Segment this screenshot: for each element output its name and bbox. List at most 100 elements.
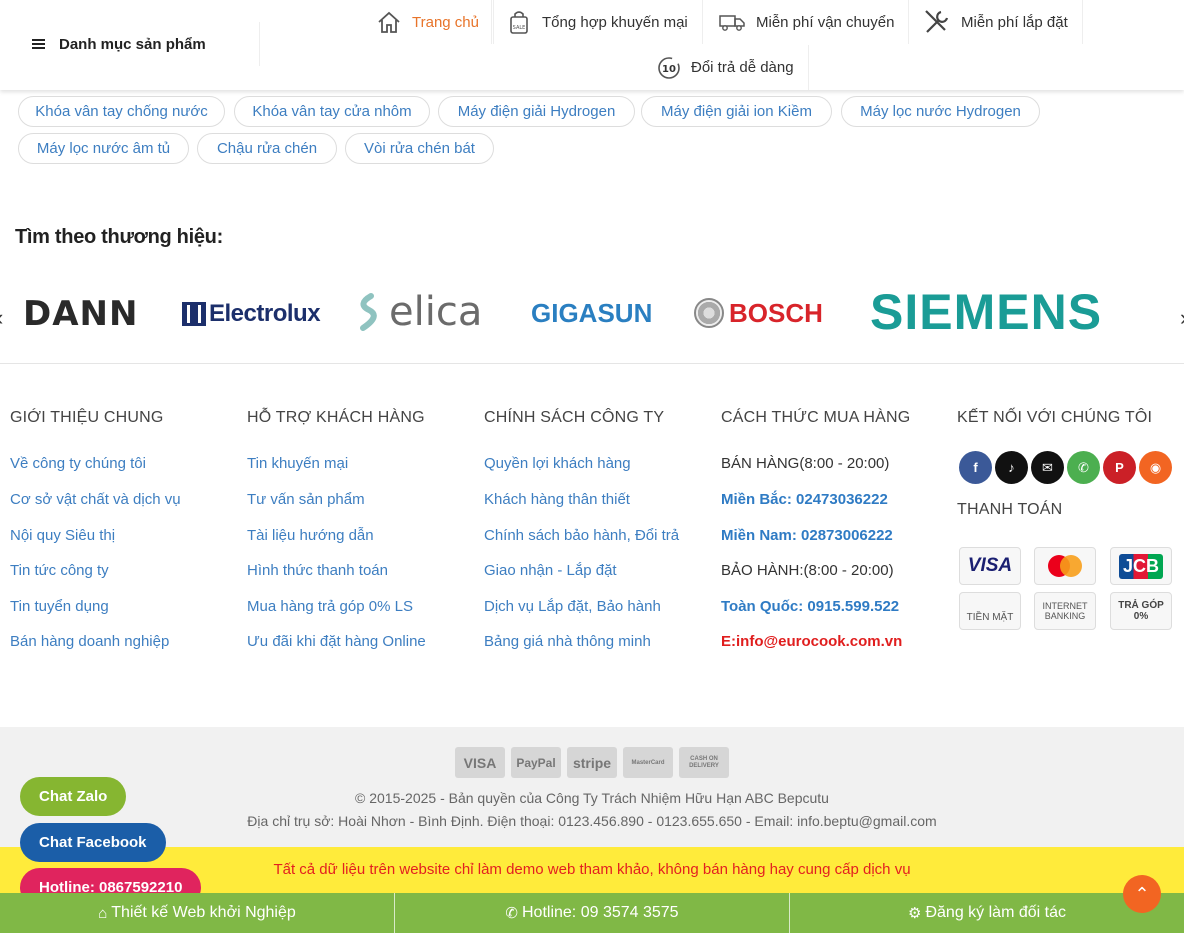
- social-phone[interactable]: ✆: [1067, 451, 1100, 484]
- back-to-top-button[interactable]: ⌃: [1123, 875, 1161, 913]
- bottom-card-cod: CASH ON DELIVERY: [679, 747, 729, 778]
- phone-icon: ✆: [505, 905, 518, 922]
- electrolux-mark-icon: [182, 302, 206, 326]
- brand-dann-logo: DANN: [23, 294, 139, 334]
- chat-facebook-button[interactable]: Chat Facebook: [20, 823, 166, 862]
- nav-easy-return[interactable]: 10 Đổi trả dễ dàng: [643, 45, 809, 90]
- cash-logo: TIỀN MẶT: [966, 611, 1014, 623]
- social-email[interactable]: ✉: [1031, 451, 1064, 484]
- footer-link-about[interactable]: Về công ty chúng tôi: [10, 455, 146, 472]
- phone-icon: ✆: [1078, 459, 1089, 475]
- footer-link-warranty-policy[interactable]: Chính sách bảo hành, Đổi trả: [484, 527, 679, 544]
- brand-gigasun-logo: GIGASUN: [531, 297, 653, 328]
- footer-col5-title: KẾT NỐI VỚI CHÚNG TÔI: [957, 409, 1153, 426]
- bar-hotline[interactable]: ✆ Hotline: 09 3574 3575: [395, 893, 790, 933]
- tag-hydrogen-electrolyzer[interactable]: Máy điện giải Hydrogen: [438, 96, 635, 127]
- svg-text:10: 10: [662, 64, 676, 75]
- brand-gigasun[interactable]: GIGASUN: [531, 298, 652, 328]
- footer-link-online-offers[interactable]: Ưu đãi khi đặt hàng Online: [247, 633, 426, 650]
- internet-banking-logo: INTERNET BANKING: [1042, 601, 1088, 621]
- brand-bosch[interactable]: BOSCH: [694, 297, 823, 329]
- social-pinterest[interactable]: P: [1103, 451, 1136, 484]
- section-divider: [0, 363, 1184, 364]
- bottom-card-stripe: stripe: [567, 747, 617, 778]
- social-tiktok[interactable]: ♪: [995, 451, 1028, 484]
- contact-email[interactable]: E:info@eurocook.com.vn: [721, 633, 902, 650]
- footer-link-smart-home-prices[interactable]: Bảng giá nhà thông minh: [484, 633, 651, 650]
- footer-link-promo-news[interactable]: Tin khuyến mại: [247, 455, 348, 472]
- category-menu-button[interactable]: Danh mục sản phẩm: [16, 22, 260, 66]
- footer-link-installment[interactable]: Mua hàng trả góp 0% LS: [247, 598, 413, 615]
- footer-link-install-service[interactable]: Dịch vụ Lắp đặt, Bảo hành: [484, 598, 661, 615]
- payment-visa: VISA: [959, 547, 1021, 585]
- nav-free-shipping[interactable]: Miễn phí vận chuyển: [704, 0, 910, 44]
- footer-link-news[interactable]: Tin tức công ty: [10, 562, 109, 579]
- footer-link-loyal-customers[interactable]: Khách hàng thân thiết: [484, 491, 630, 508]
- footer-link-payment-methods[interactable]: Hình thức thanh toán: [247, 562, 388, 579]
- pinterest-icon: P: [1115, 460, 1124, 475]
- social-facebook[interactable]: f: [959, 451, 992, 484]
- tools-icon: [925, 10, 949, 33]
- tag-hydrogen-water-filter[interactable]: Máy lọc nước Hydrogen: [841, 96, 1040, 127]
- gear-icon: ⚙: [908, 905, 922, 922]
- payment-internet-banking: INTERNET BANKING: [1034, 592, 1096, 630]
- installment-logo: TRẢ GÓP 0%: [1118, 600, 1164, 622]
- nav-free-installation-label: Miễn phí lắp đặt: [961, 13, 1068, 31]
- brand-dann[interactable]: DANN: [23, 294, 138, 334]
- bosch-mark-icon: [694, 298, 724, 328]
- phone-south[interactable]: Miền Nam: 02873006222: [721, 527, 893, 544]
- nav-free-installation[interactable]: Miễn phí lắp đặt: [909, 0, 1083, 44]
- footer-link-manuals[interactable]: Tài liệu hướng dẫn: [247, 527, 374, 544]
- footer-link-rules[interactable]: Nội quy Siêu thị: [10, 527, 115, 544]
- chat-zalo-button[interactable]: Chat Zalo: [20, 777, 127, 816]
- tag-kitchen-faucet[interactable]: Vòi rửa chén bát: [345, 133, 494, 164]
- site-header: Danh mục sản phẩm Trang chủ SALE Tổng hợ…: [0, 0, 1184, 90]
- brand-elica-logo: elica: [389, 289, 483, 335]
- tag-fingerprint-lock-waterproof[interactable]: Khóa vân tay chống nước: [18, 96, 225, 127]
- tag-kitchen-sink[interactable]: Chậu rửa chén: [197, 133, 337, 164]
- home-icon: ⌂: [98, 904, 108, 922]
- footer-col1-title: GIỚI THIỆU CHUNG: [10, 409, 164, 426]
- payment-jcb: JCB: [1110, 547, 1172, 585]
- brand-siemens[interactable]: SIEMENS: [870, 284, 1102, 340]
- address-text: Địa chỉ trụ sở: Hoài Nhơn - Bình Định. Đ…: [247, 813, 937, 829]
- copyright-text: © 2015-2025 - Bản quyền của Công Ty Trác…: [355, 790, 829, 806]
- footer-link-delivery[interactable]: Giao nhận - Lắp đặt: [484, 562, 617, 579]
- phone-national[interactable]: Toàn Quốc: 0915.599.522: [721, 598, 899, 615]
- rss-icon: ◉: [1149, 459, 1162, 475]
- footer-col2-title: HỖ TRỢ KHÁCH HÀNG: [247, 409, 425, 426]
- nav-home[interactable]: Trang chủ: [362, 0, 494, 44]
- sale-bag-icon: SALE: [510, 11, 528, 34]
- nav-home-label: Trang chủ: [412, 13, 479, 31]
- footer-link-jobs[interactable]: Tin tuyển dụng: [10, 598, 109, 615]
- tag-alkaline-ionizer[interactable]: Máy điện giải ion Kiềm: [641, 96, 832, 127]
- tiktok-icon: ♪: [1008, 460, 1015, 475]
- tag-undersink-filter[interactable]: Máy lọc nước âm tủ: [18, 133, 189, 164]
- payment-mastercard: [1034, 547, 1096, 585]
- brand-next-arrow[interactable]: ›: [1180, 305, 1184, 335]
- hamburger-icon: [32, 39, 45, 49]
- bottom-card-paypal: PayPal: [511, 747, 561, 778]
- footer-link-b2b[interactable]: Bán hàng doanh nghiệp: [10, 633, 169, 650]
- warranty-hours: BẢO HÀNH:(8:00 - 20:00): [721, 562, 894, 579]
- brand-siemens-logo: SIEMENS: [870, 284, 1103, 340]
- payment-installment: TRẢ GÓP 0%: [1110, 592, 1172, 630]
- footer-link-product-advice[interactable]: Tư vấn sản phẩm: [247, 491, 365, 508]
- brand-elica[interactable]: elica: [353, 289, 483, 335]
- elica-mark-icon: [360, 293, 377, 331]
- footer-bottom: [0, 727, 1184, 847]
- nav-free-shipping-label: Miễn phí vận chuyển: [756, 13, 895, 31]
- phone-north[interactable]: Miền Bắc: 02473036222: [721, 491, 888, 508]
- tag-fingerprint-lock-aluminum[interactable]: Khóa vân tay cửa nhôm: [234, 96, 430, 127]
- footer-link-customer-rights[interactable]: Quyền lợi khách hàng: [484, 455, 631, 472]
- brand-bosch-logo: BOSCH: [729, 297, 823, 328]
- nav-promotions[interactable]: SALE Tổng hợp khuyến mại: [491, 0, 703, 44]
- payment-cash: TIỀN MẶT: [959, 592, 1021, 630]
- social-rss[interactable]: ◉: [1139, 451, 1172, 484]
- footer-link-facilities[interactable]: Cơ sở vật chất và dịch vụ: [10, 491, 181, 508]
- facebook-icon: f: [973, 460, 978, 475]
- brand-prev-arrow[interactable]: ‹: [0, 305, 6, 335]
- bar-startup-web[interactable]: ⌂ Thiết kế Web khởi Nghiệp: [0, 893, 395, 933]
- jcb-logo: JCB: [1118, 553, 1163, 579]
- brand-electrolux[interactable]: Electrolux: [182, 298, 321, 330]
